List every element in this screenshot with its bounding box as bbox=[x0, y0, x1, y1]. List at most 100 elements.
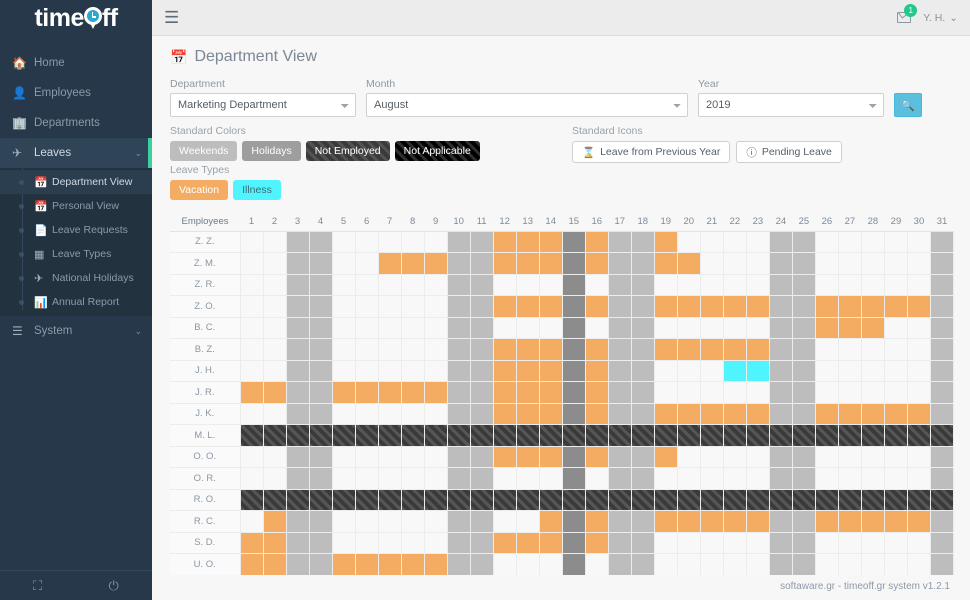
cell-weekend[interactable] bbox=[768, 338, 793, 361]
cell-not-employed[interactable] bbox=[354, 488, 379, 511]
cell-empty[interactable] bbox=[331, 445, 356, 468]
cell-empty[interactable] bbox=[860, 338, 885, 361]
cell-vacation[interactable] bbox=[492, 252, 517, 275]
cell-empty[interactable] bbox=[331, 230, 356, 253]
cell-empty[interactable] bbox=[377, 359, 402, 382]
cell-not-employed[interactable] bbox=[423, 488, 448, 511]
cell-empty[interactable] bbox=[354, 273, 379, 296]
cell-not-employed[interactable] bbox=[423, 424, 448, 447]
cell-empty[interactable] bbox=[331, 531, 356, 554]
cell-not-employed[interactable] bbox=[331, 488, 356, 511]
sidebar-item-system[interactable]: ☰ System ⌄ bbox=[0, 316, 152, 346]
cell-weekend[interactable] bbox=[929, 230, 955, 253]
cell-vacation[interactable] bbox=[699, 295, 724, 318]
cell-vacation[interactable] bbox=[906, 510, 931, 533]
cell-empty[interactable] bbox=[492, 553, 517, 575]
cell-empty[interactable] bbox=[515, 467, 540, 490]
cell-empty[interactable] bbox=[906, 381, 931, 404]
cell-vacation[interactable] bbox=[699, 510, 724, 533]
cell-vacation[interactable] bbox=[699, 402, 724, 425]
cell-empty[interactable] bbox=[722, 230, 747, 253]
cell-vacation[interactable] bbox=[584, 402, 609, 425]
cell-empty[interactable] bbox=[814, 553, 839, 575]
cell-empty[interactable] bbox=[538, 467, 563, 490]
cell-not-employed[interactable] bbox=[745, 488, 770, 511]
cell-not-employed[interactable] bbox=[239, 488, 264, 511]
cell-vacation[interactable] bbox=[377, 252, 402, 275]
cell-empty[interactable] bbox=[423, 316, 448, 339]
cell-empty[interactable] bbox=[745, 381, 770, 404]
cell-weekend[interactable] bbox=[469, 295, 494, 318]
cell-vacation[interactable] bbox=[584, 252, 609, 275]
cell-vacation[interactable] bbox=[883, 295, 908, 318]
cell-weekend[interactable] bbox=[768, 531, 793, 554]
cell-empty[interactable] bbox=[423, 273, 448, 296]
cell-empty[interactable] bbox=[239, 338, 264, 361]
cell-empty[interactable] bbox=[883, 316, 908, 339]
cell-weekend[interactable] bbox=[446, 295, 471, 318]
cell-vacation[interactable] bbox=[745, 295, 770, 318]
legend-chip-not-employed[interactable]: Not Employed bbox=[305, 141, 390, 161]
cell-empty[interactable] bbox=[262, 252, 287, 275]
cell-empty[interactable] bbox=[745, 252, 770, 275]
cell-weekend[interactable] bbox=[285, 252, 310, 275]
cell-weekend[interactable] bbox=[469, 402, 494, 425]
cell-weekend[interactable] bbox=[469, 359, 494, 382]
cell-holiday[interactable] bbox=[561, 338, 586, 361]
cell-vacation[interactable] bbox=[239, 531, 264, 554]
cell-empty[interactable] bbox=[584, 553, 609, 575]
cell-empty[interactable] bbox=[354, 295, 379, 318]
cell-empty[interactable] bbox=[515, 316, 540, 339]
legend-button-pending-leave[interactable]: ⓘ Pending Leave bbox=[736, 141, 842, 163]
cell-vacation[interactable] bbox=[492, 230, 517, 253]
cell-empty[interactable] bbox=[400, 230, 425, 253]
cell-holiday[interactable] bbox=[561, 531, 586, 554]
cell-vacation[interactable] bbox=[814, 510, 839, 533]
cell-empty[interactable] bbox=[377, 273, 402, 296]
cell-weekend[interactable] bbox=[929, 359, 955, 382]
cell-weekend[interactable] bbox=[446, 252, 471, 275]
cell-empty[interactable] bbox=[377, 402, 402, 425]
cell-not-employed[interactable] bbox=[400, 488, 425, 511]
cell-empty[interactable] bbox=[262, 295, 287, 318]
cell-not-employed[interactable] bbox=[492, 424, 517, 447]
cell-weekend[interactable] bbox=[929, 510, 955, 533]
sidebar-item-leave-requests[interactable]: 📄 Leave Requests bbox=[0, 218, 152, 242]
cell-weekend[interactable] bbox=[630, 295, 655, 318]
cell-not-employed[interactable] bbox=[929, 424, 955, 447]
sidebar-item-leaves[interactable]: ✈ Leaves ⌄ bbox=[0, 138, 152, 168]
cell-empty[interactable] bbox=[745, 316, 770, 339]
cell-empty[interactable] bbox=[814, 230, 839, 253]
cell-empty[interactable] bbox=[584, 316, 609, 339]
cell-empty[interactable] bbox=[745, 445, 770, 468]
cell-empty[interactable] bbox=[860, 381, 885, 404]
cell-empty[interactable] bbox=[722, 381, 747, 404]
cell-weekend[interactable] bbox=[308, 445, 333, 468]
cell-empty[interactable] bbox=[653, 316, 678, 339]
legend-button-leave-from-previous-year[interactable]: ⌛ Leave from Previous Year bbox=[572, 141, 731, 163]
cell-empty[interactable] bbox=[745, 230, 770, 253]
cell-not-employed[interactable] bbox=[538, 488, 563, 511]
cell-empty[interactable] bbox=[239, 316, 264, 339]
cell-weekend[interactable] bbox=[607, 531, 632, 554]
cell-weekend[interactable] bbox=[446, 510, 471, 533]
cell-empty[interactable] bbox=[262, 402, 287, 425]
cell-holiday[interactable] bbox=[561, 359, 586, 382]
legend-chip-holidays[interactable]: Holidays bbox=[242, 141, 301, 161]
cell-empty[interactable] bbox=[883, 553, 908, 575]
cell-weekend[interactable] bbox=[469, 338, 494, 361]
cell-weekend[interactable] bbox=[469, 510, 494, 533]
cell-weekend[interactable] bbox=[929, 252, 955, 275]
cell-vacation[interactable] bbox=[584, 381, 609, 404]
cell-weekend[interactable] bbox=[630, 252, 655, 275]
cell-empty[interactable] bbox=[400, 338, 425, 361]
cell-vacation[interactable] bbox=[584, 445, 609, 468]
cell-empty[interactable] bbox=[423, 359, 448, 382]
cell-empty[interactable] bbox=[262, 230, 287, 253]
cell-empty[interactable] bbox=[239, 230, 264, 253]
cell-weekend[interactable] bbox=[929, 295, 955, 318]
cell-vacation[interactable] bbox=[676, 402, 701, 425]
cell-empty[interactable] bbox=[492, 467, 517, 490]
cell-weekend[interactable] bbox=[446, 381, 471, 404]
cell-vacation[interactable] bbox=[492, 338, 517, 361]
